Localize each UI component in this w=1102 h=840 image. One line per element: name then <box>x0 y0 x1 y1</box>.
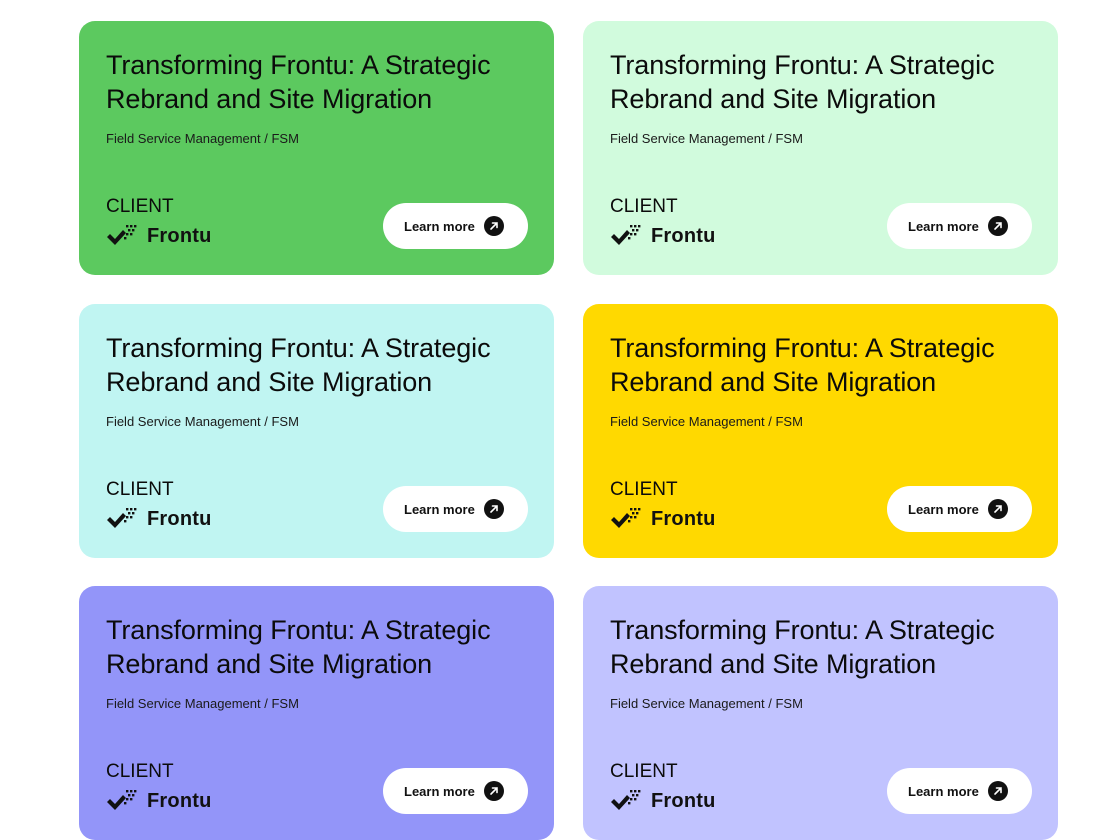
client-logo-text: Frontu <box>147 508 212 530</box>
client-label: CLIENT <box>610 479 678 500</box>
learn-more-button[interactable]: Learn more <box>383 203 528 249</box>
client-logo-text: Frontu <box>651 790 716 812</box>
frontu-checkmark-logo-icon <box>611 508 641 528</box>
client-label: CLIENT <box>106 761 174 782</box>
client-label: CLIENT <box>610 761 678 782</box>
client-logo: Frontu <box>610 505 716 533</box>
learn-more-label: Learn more <box>404 218 475 234</box>
arrow-up-right-icon <box>987 216 1008 236</box>
learn-more-label: Learn more <box>404 783 475 799</box>
arrow-up-right-icon <box>483 781 504 801</box>
card-category: Field Service Management / FSM <box>610 414 803 429</box>
card-title: Transforming Frontu: A Strategic Rebrand… <box>106 50 491 114</box>
learn-more-label: Learn more <box>908 218 979 234</box>
card-title: Transforming Frontu: A Strategic Rebrand… <box>610 615 995 679</box>
case-study-card-2[interactable]: Transforming Frontu: A Strategic Rebrand… <box>583 21 1058 275</box>
learn-more-label: Learn more <box>908 783 979 799</box>
client-logo: Frontu <box>610 787 716 815</box>
frontu-checkmark-logo-icon <box>107 508 137 528</box>
case-study-card-6[interactable]: Transforming Frontu: A Strategic Rebrand… <box>583 586 1058 840</box>
learn-more-button[interactable]: Learn more <box>887 203 1032 249</box>
learn-more-button[interactable]: Learn more <box>383 486 528 532</box>
client-label: CLIENT <box>610 196 678 217</box>
client-logo-text: Frontu <box>651 225 716 247</box>
frontu-checkmark-logo-icon <box>107 225 137 245</box>
frontu-checkmark-logo-icon <box>611 790 641 810</box>
card-title: Transforming Frontu: A Strategic Rebrand… <box>106 333 491 397</box>
client-logo: Frontu <box>106 505 212 533</box>
client-label: CLIENT <box>106 196 174 217</box>
client-logo: Frontu <box>610 222 716 250</box>
card-title: Transforming Frontu: A Strategic Rebrand… <box>610 50 995 114</box>
learn-more-button[interactable]: Learn more <box>887 486 1032 532</box>
case-study-card-3[interactable]: Transforming Frontu: A Strategic Rebrand… <box>79 304 554 558</box>
case-study-card-4[interactable]: Transforming Frontu: A Strategic Rebrand… <box>583 304 1058 558</box>
client-logo: Frontu <box>106 787 212 815</box>
learn-more-button[interactable]: Learn more <box>383 768 528 814</box>
learn-more-label: Learn more <box>908 501 979 517</box>
card-category: Field Service Management / FSM <box>106 131 299 146</box>
arrow-up-right-icon <box>483 216 504 236</box>
case-study-card-1[interactable]: Transforming Frontu: A Strategic Rebrand… <box>79 21 554 275</box>
arrow-up-right-icon <box>483 499 504 519</box>
client-logo-text: Frontu <box>147 225 212 247</box>
client-logo: Frontu <box>106 222 212 250</box>
client-logo-text: Frontu <box>147 790 212 812</box>
arrow-up-right-icon <box>987 781 1008 801</box>
card-category: Field Service Management / FSM <box>610 131 803 146</box>
learn-more-label: Learn more <box>404 501 475 517</box>
card-category: Field Service Management / FSM <box>106 696 299 711</box>
card-title: Transforming Frontu: A Strategic Rebrand… <box>106 615 491 679</box>
case-study-card-5[interactable]: Transforming Frontu: A Strategic Rebrand… <box>79 586 554 840</box>
card-title: Transforming Frontu: A Strategic Rebrand… <box>610 333 995 397</box>
arrow-up-right-icon <box>987 499 1008 519</box>
learn-more-button[interactable]: Learn more <box>887 768 1032 814</box>
client-label: CLIENT <box>106 479 174 500</box>
card-category: Field Service Management / FSM <box>106 414 299 429</box>
frontu-checkmark-logo-icon <box>611 225 641 245</box>
card-category: Field Service Management / FSM <box>610 696 803 711</box>
frontu-checkmark-logo-icon <box>107 790 137 810</box>
client-logo-text: Frontu <box>651 508 716 530</box>
